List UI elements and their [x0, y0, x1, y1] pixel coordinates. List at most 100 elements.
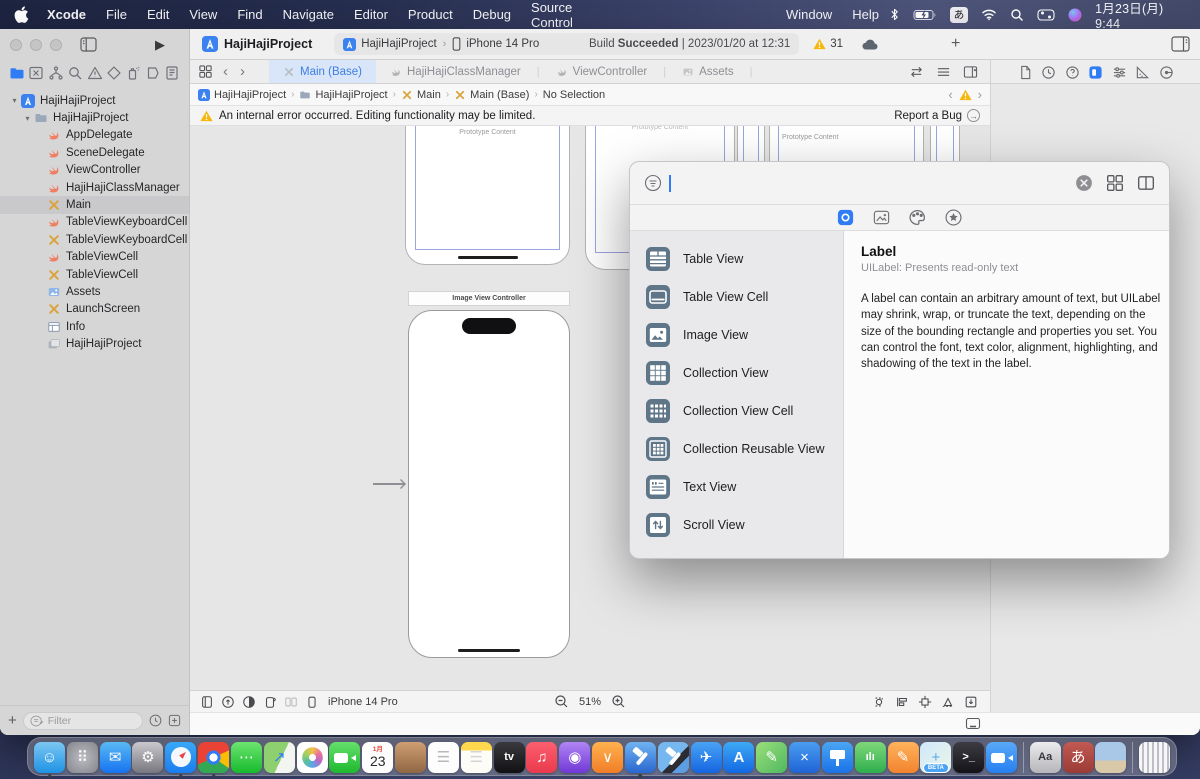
- navigator-row[interactable]: AppDelegate: [0, 127, 189, 144]
- connections-inspector-icon[interactable]: [1159, 65, 1174, 80]
- minimize-window-button[interactable]: [30, 38, 42, 51]
- next-issue-button[interactable]: ›: [978, 87, 982, 102]
- menu-edit[interactable]: Edit: [137, 7, 179, 22]
- update-frames-icon[interactable]: [872, 695, 886, 709]
- swap-editor-icon[interactable]: [909, 65, 924, 79]
- add-constraints-icon[interactable]: [918, 695, 932, 709]
- test-navigator-icon[interactable]: [106, 65, 122, 81]
- control-center-icon[interactable]: [1037, 8, 1055, 21]
- menu-view[interactable]: View: [179, 7, 227, 22]
- close-library-icon[interactable]: [1075, 174, 1093, 192]
- dock-item-finder[interactable]: ☺: [34, 741, 65, 778]
- breakpoint-navigator-icon[interactable]: [145, 65, 161, 81]
- orientation-variant-icon[interactable]: [221, 695, 235, 709]
- menu-file[interactable]: File: [96, 7, 137, 22]
- tab-hajihajiclassmanager[interactable]: HajiHajiClassManager: [376, 60, 535, 83]
- navigator-row[interactable]: TableViewCell: [0, 266, 189, 283]
- breadcrumb-item[interactable]: HajiHajiProject: [198, 88, 286, 101]
- project-navigator-icon[interactable]: [9, 65, 25, 81]
- dock-item-reminders[interactable]: ☰: [427, 741, 459, 777]
- run-destination[interactable]: iPhone 14 Pro: [466, 38, 539, 50]
- dock-item-calendar[interactable]: 1月 23: [362, 741, 394, 777]
- add-tab-button[interactable]: +: [951, 35, 960, 53]
- navigator-row[interactable]: SceneDelegate: [0, 144, 189, 161]
- dock-item-numbers[interactable]: ılı: [854, 741, 886, 777]
- zoom-window-button[interactable]: [50, 38, 62, 51]
- run-button[interactable]: ▶: [155, 37, 165, 53]
- back-button[interactable]: ‹: [221, 64, 230, 79]
- dock-item-chrome[interactable]: [198, 741, 230, 778]
- dock-item-messages[interactable]: ⋯: [230, 741, 262, 777]
- embed-icon[interactable]: [964, 695, 978, 709]
- source-control-navigator-icon[interactable]: [28, 65, 44, 81]
- prototype-scene-frame[interactable]: Prototype Content: [405, 126, 570, 265]
- dock-item-testflight[interactable]: ✈: [690, 741, 722, 777]
- dock-item-font-book[interactable]: Aa: [1029, 741, 1061, 777]
- dock-item-system-settings[interactable]: ⚙: [132, 741, 164, 777]
- breadcrumb-item[interactable]: Main (Base): [454, 89, 529, 101]
- menu-source-control[interactable]: Source Control: [521, 0, 618, 30]
- dock-item-notes[interactable]: ☰: [460, 741, 492, 777]
- navigator-row[interactable]: TableViewCell: [0, 249, 189, 266]
- menu-debug[interactable]: Debug: [463, 7, 521, 22]
- dock-item-trash[interactable]: [1138, 741, 1170, 777]
- dock-item-freeform-beta[interactable]: + BETA: [920, 741, 952, 777]
- breadcrumb-item[interactable]: HajiHajiProject: [299, 89, 388, 101]
- navigator-row[interactable]: HajiHajiClassManager: [0, 179, 189, 196]
- library-item-table-view[interactable]: Table View: [630, 240, 843, 278]
- scheme-selector[interactable]: HajiHajiProject › iPhone 14 Pro Build Su…: [334, 33, 800, 55]
- library-item-image-view[interactable]: Image View: [630, 316, 843, 354]
- library-search-input[interactable]: [673, 175, 1075, 191]
- add-editor-icon[interactable]: [963, 65, 978, 79]
- symbol-navigator-icon[interactable]: [48, 65, 64, 81]
- size-inspector-icon[interactable]: [1135, 65, 1150, 80]
- dock-item-maps[interactable]: ↗: [263, 741, 295, 777]
- menu-help[interactable]: Help: [842, 7, 889, 22]
- appearance-icon[interactable]: [242, 695, 256, 709]
- navigator-row[interactable]: ▾ HajiHajiProject: [0, 92, 189, 109]
- navigator-row[interactable]: ViewController: [0, 162, 189, 179]
- menu-clock[interactable]: 1月23日(月) 9:44: [1095, 0, 1188, 31]
- source-control-status-icon[interactable]: [168, 714, 181, 727]
- siri-icon[interactable]: [1068, 8, 1082, 22]
- navigator-row[interactable]: ▾ HajiHajiProject: [0, 109, 189, 126]
- dock-item-photos[interactable]: [296, 741, 328, 777]
- dock-item-playgrounds[interactable]: ✎: [756, 741, 788, 777]
- grid-view-icon[interactable]: [1106, 174, 1124, 192]
- symbols-tab-icon[interactable]: [944, 209, 963, 226]
- dock-item-xcode-beta[interactable]: [657, 741, 689, 777]
- dock-item-xcode[interactable]: [624, 741, 656, 778]
- list-view-icon[interactable]: [1137, 174, 1155, 192]
- history-inspector-icon[interactable]: [1041, 65, 1056, 80]
- issue-navigator-icon[interactable]: [87, 65, 103, 81]
- related-items-icon[interactable]: [198, 64, 213, 79]
- editor-options-icon[interactable]: [936, 65, 951, 79]
- dock-item-japanese-ime[interactable]: あ: [1062, 741, 1094, 777]
- dock-item-zoom[interactable]: [986, 741, 1018, 777]
- breadcrumb-item[interactable]: Main: [401, 89, 441, 101]
- cloud-status-icon[interactable]: [861, 38, 879, 51]
- menu-xcode[interactable]: Xcode: [37, 7, 96, 22]
- objects-tab-icon[interactable]: [836, 209, 855, 226]
- device-icon[interactable]: [305, 695, 319, 709]
- menu-product[interactable]: Product: [398, 7, 463, 22]
- library-item-collection-view[interactable]: Collection View: [630, 354, 843, 392]
- sliders-inspector-icon[interactable]: [1112, 65, 1127, 80]
- navigator-row[interactable]: TableViewKeyboardCell: [0, 214, 189, 231]
- menu-find[interactable]: Find: [227, 7, 272, 22]
- bluetooth-icon[interactable]: [889, 7, 900, 22]
- navigator-row[interactable]: Info: [0, 318, 189, 335]
- tab-viewcontroller[interactable]: ViewController: [542, 60, 662, 83]
- scene-title[interactable]: Image View Controller: [408, 291, 570, 306]
- disclosure-triangle-icon[interactable]: ▾: [8, 96, 21, 105]
- recent-files-icon[interactable]: [149, 714, 162, 727]
- navigator-row[interactable]: LaunchScreen: [0, 301, 189, 318]
- dock-item-contacts-book[interactable]: [395, 741, 427, 777]
- library-item-collection-view-cell[interactable]: Collection View Cell: [630, 392, 843, 430]
- ime-input-badge[interactable]: あ: [949, 6, 969, 23]
- dock-item-music[interactable]: ♫: [526, 741, 558, 777]
- media-tab-icon[interactable]: [872, 209, 891, 226]
- status-device-name[interactable]: iPhone 14 Pro: [328, 696, 398, 708]
- filter-input[interactable]: [47, 714, 118, 727]
- dock-item-books[interactable]: ∨: [592, 741, 624, 777]
